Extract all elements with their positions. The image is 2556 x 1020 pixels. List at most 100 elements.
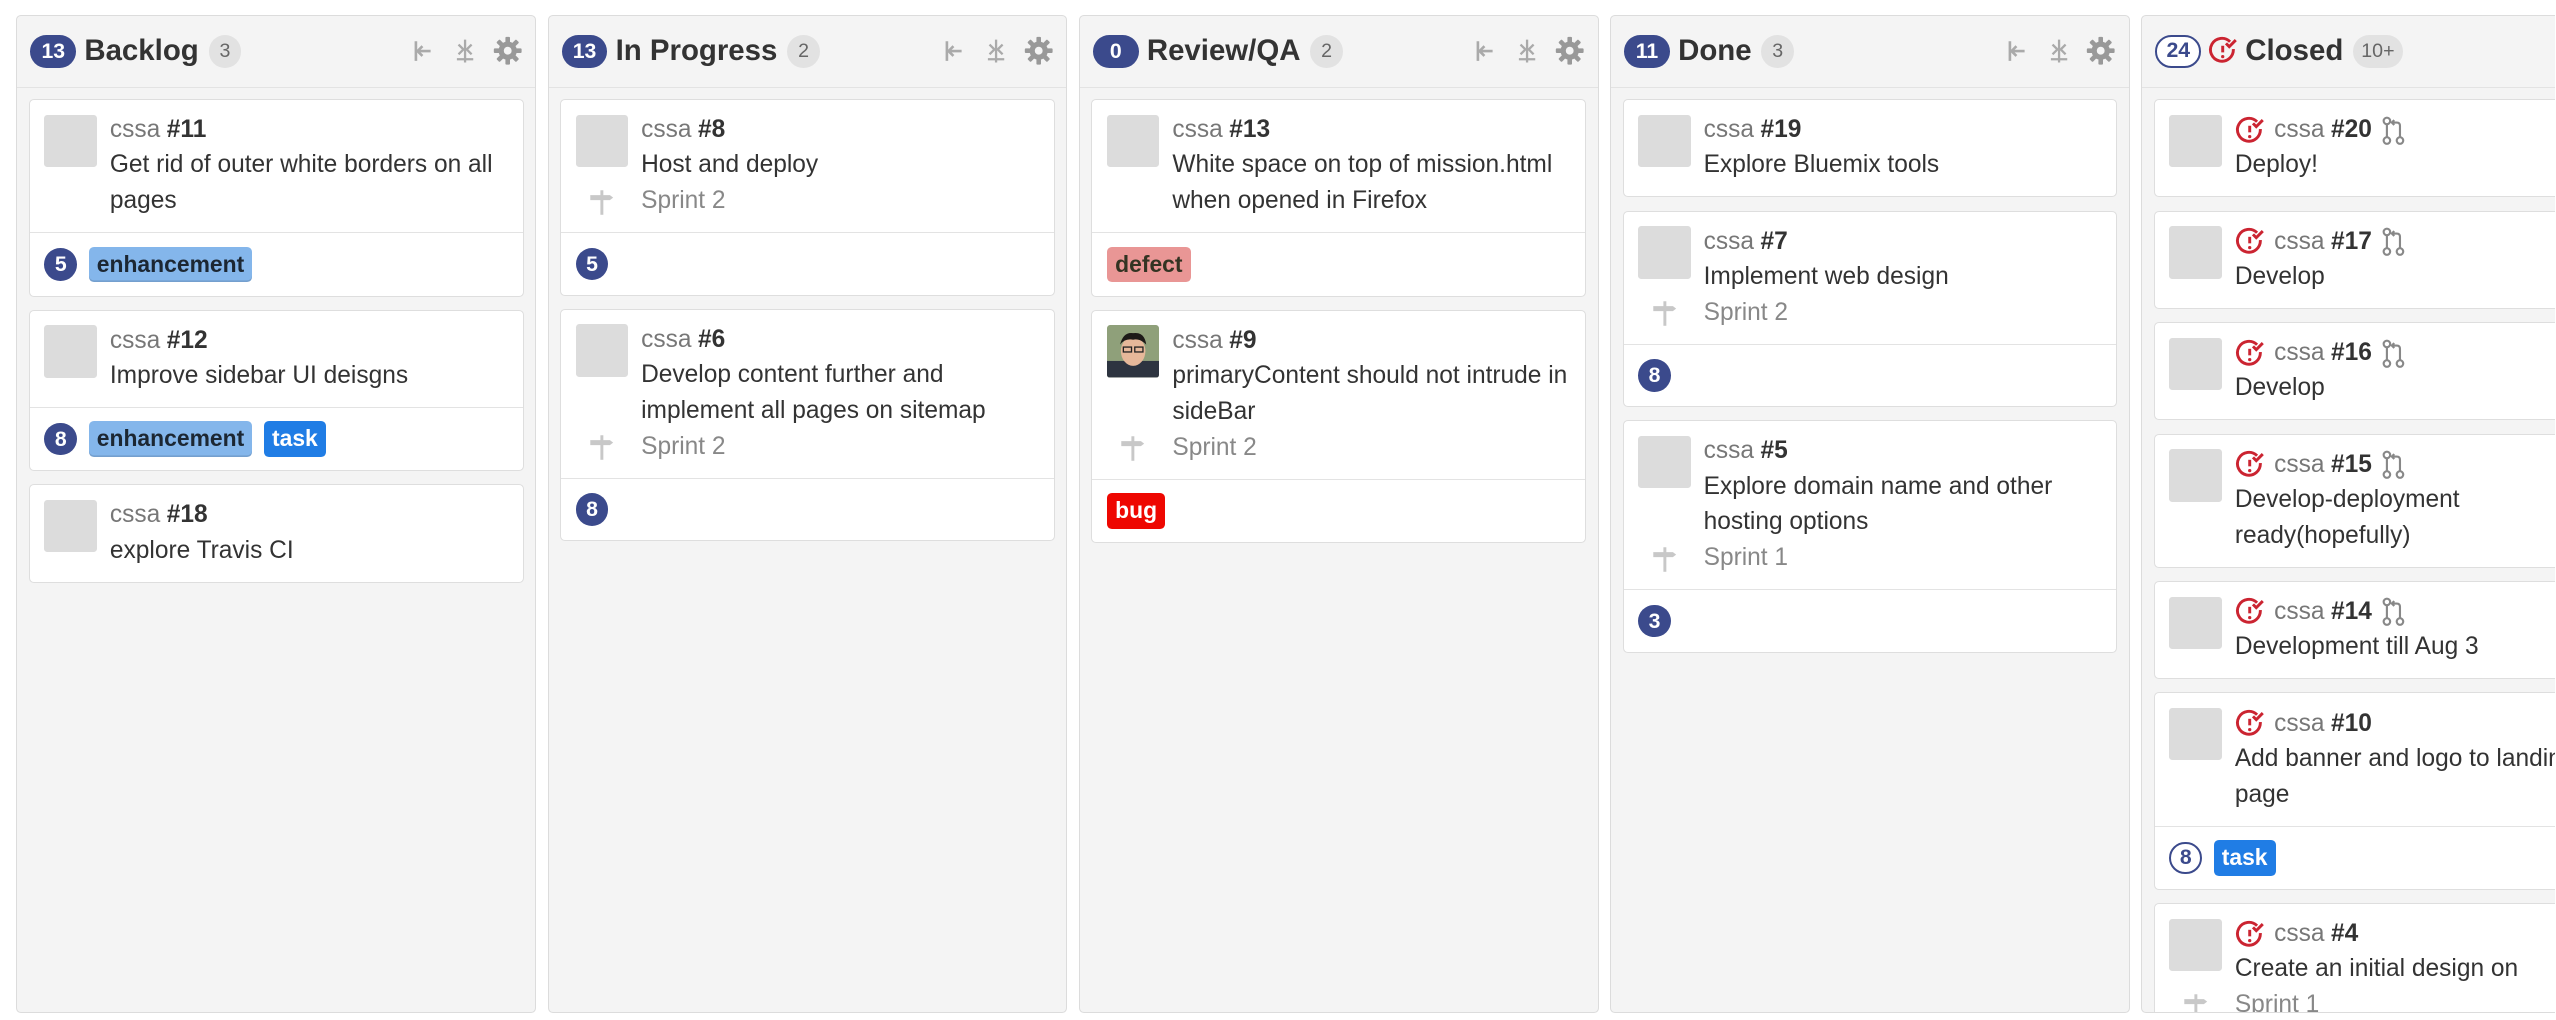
issue-title[interactable]: Development till Aug 3: [2235, 629, 2555, 665]
issue-card[interactable]: cssa #4 Create an initial design on Sprint …: [2153, 902, 2555, 1013]
label-defect[interactable]: defect: [1106, 246, 1191, 283]
avatar[interactable]: [2169, 114, 2222, 168]
issue-number[interactable]: #18: [167, 498, 208, 532]
issue-title[interactable]: primaryContent should not intrude in sid…: [1172, 358, 1568, 430]
issue-title[interactable]: Host and deploy: [641, 147, 1037, 183]
issue-number[interactable]: #17: [2331, 225, 2372, 259]
avatar[interactable]: [575, 324, 629, 377]
issue-card[interactable]: cssa #12 Improve sidebar UI deisgns 8 enhanc…: [28, 309, 524, 472]
milestone-label[interactable]: Sprint 2: [1172, 430, 1568, 466]
avatar[interactable]: [1638, 226, 1691, 279]
issue-card[interactable]: cssa #5 Explore domain name and other host…: [1622, 420, 2118, 653]
issue-number[interactable]: #20: [2331, 113, 2372, 147]
gear-icon[interactable]: [2086, 36, 2115, 66]
issue-card[interactable]: cssa #9 primaryContent should not intrude …: [1091, 309, 1587, 544]
avatar[interactable]: [2169, 918, 2222, 971]
avatar[interactable]: [2169, 596, 2222, 649]
issue-number[interactable]: #11: [167, 113, 207, 147]
pull-request-icon[interactable]: [2382, 450, 2408, 479]
repo-owner[interactable]: cssa: [2274, 707, 2324, 741]
repo-owner[interactable]: cssa: [2274, 448, 2324, 482]
pull-request-icon[interactable]: [2382, 339, 2408, 368]
label-task[interactable]: task: [263, 421, 326, 458]
issue-title[interactable]: Get rid of outer white borders on all pa…: [110, 147, 506, 219]
issue-number[interactable]: #14: [2331, 595, 2372, 629]
issue-card[interactable]: cssa #20 Deploy!: [2153, 99, 2555, 198]
label-bug[interactable]: bug: [1106, 493, 1166, 529]
milestone-label[interactable]: Sprint 1: [2235, 987, 2555, 1012]
compress-cards-icon[interactable]: [450, 36, 479, 65]
repo-owner[interactable]: cssa: [1704, 225, 1754, 259]
avatar[interactable]: [2169, 708, 2222, 761]
issue-number[interactable]: #16: [2331, 336, 2372, 370]
milestone-label[interactable]: Sprint 2: [641, 429, 1037, 465]
avatar[interactable]: [2169, 449, 2222, 502]
issue-title[interactable]: Add banner and logo to landing page: [2235, 741, 2555, 813]
label-task[interactable]: task: [2213, 839, 2276, 876]
issue-card[interactable]: cssa #7 Implement web design Sprint 2 8: [1622, 210, 2118, 408]
avatar[interactable]: [44, 325, 97, 378]
pull-request-icon[interactable]: [2382, 597, 2408, 627]
repo-owner[interactable]: cssa: [641, 113, 691, 147]
issue-number[interactable]: #5: [1761, 434, 1788, 468]
repo-owner[interactable]: cssa: [1172, 324, 1222, 358]
compress-cards-icon[interactable]: [2044, 36, 2073, 65]
collapse-column-icon[interactable]: [2001, 36, 2030, 65]
gear-icon[interactable]: [493, 36, 522, 66]
issue-title[interactable]: Explore Bluemix tools: [1704, 147, 2100, 183]
repo-owner[interactable]: cssa: [1704, 434, 1754, 468]
issue-card[interactable]: cssa #16 Develop: [2153, 322, 2555, 421]
issue-title[interactable]: Develop-deployment ready(hopefully): [2235, 482, 2555, 554]
issue-title[interactable]: Implement web design: [1704, 259, 2100, 295]
repo-owner[interactable]: cssa: [110, 113, 160, 147]
gear-icon[interactable]: [1555, 36, 1584, 66]
avatar[interactable]: [44, 499, 97, 553]
repo-owner[interactable]: cssa: [110, 324, 160, 358]
issue-card[interactable]: cssa #13 White space on top of mission.htm…: [1091, 99, 1587, 297]
repo-owner[interactable]: cssa: [2274, 595, 2324, 629]
issue-card[interactable]: cssa #19 Explore Bluemix tools: [1622, 99, 2118, 198]
avatar[interactable]: [44, 114, 97, 168]
repo-owner[interactable]: cssa: [1172, 113, 1222, 147]
issue-title[interactable]: Create an initial design on: [2235, 951, 2555, 987]
issue-number[interactable]: #7: [1761, 225, 1788, 259]
issue-number[interactable]: #8: [698, 113, 725, 147]
issue-card[interactable]: cssa #15 Develop-deployment ready(hopefull…: [2153, 433, 2555, 568]
issue-title[interactable]: Develop: [2235, 259, 2555, 295]
pull-request-icon[interactable]: [2382, 116, 2408, 145]
issue-card[interactable]: cssa #11 Get rid of outer white borders on…: [28, 99, 524, 297]
issue-title[interactable]: Deploy!: [2235, 147, 2555, 183]
repo-owner[interactable]: cssa: [2274, 113, 2324, 147]
label-enhancement[interactable]: enhancement: [88, 246, 253, 283]
collapse-column-icon[interactable]: [408, 36, 437, 65]
compress-cards-icon[interactable]: [1513, 36, 1542, 65]
avatar[interactable]: [1106, 325, 1160, 378]
issue-card[interactable]: cssa #18 explore Travis CI: [28, 484, 524, 583]
issue-title[interactable]: Improve sidebar UI deisgns: [110, 358, 506, 394]
label-enhancement[interactable]: enhancement: [88, 421, 253, 458]
issue-card[interactable]: cssa #17 Develop: [2153, 210, 2555, 309]
issue-number[interactable]: #15: [2331, 448, 2372, 482]
issue-card[interactable]: cssa #14 Development till Aug 3: [2153, 580, 2555, 680]
repo-owner[interactable]: cssa: [110, 498, 160, 532]
issue-number[interactable]: #9: [1229, 324, 1256, 358]
issue-number[interactable]: #19: [1761, 113, 1802, 147]
repo-owner[interactable]: cssa: [2274, 917, 2324, 951]
collapse-column-icon[interactable]: [1470, 36, 1499, 65]
milestone-label[interactable]: Sprint 1: [1704, 540, 2100, 576]
compress-cards-icon[interactable]: [981, 36, 1010, 65]
avatar[interactable]: [1638, 114, 1691, 168]
avatar[interactable]: [2169, 226, 2222, 279]
collapse-column-icon[interactable]: [939, 36, 968, 65]
issue-number[interactable]: #10: [2331, 707, 2372, 741]
issue-title[interactable]: Develop: [2235, 370, 2555, 406]
issue-number[interactable]: #13: [1229, 113, 1270, 147]
repo-owner[interactable]: cssa: [2274, 336, 2324, 370]
gear-icon[interactable]: [1024, 36, 1053, 66]
issue-title[interactable]: White space on top of mission.html when …: [1172, 147, 1568, 219]
issue-card[interactable]: cssa #6 Develop content further and implem…: [560, 308, 1055, 542]
issue-number[interactable]: #12: [167, 324, 208, 358]
milestone-label[interactable]: Sprint 2: [1704, 295, 2100, 331]
repo-owner[interactable]: cssa: [2274, 225, 2324, 259]
repo-owner[interactable]: cssa: [641, 323, 691, 357]
